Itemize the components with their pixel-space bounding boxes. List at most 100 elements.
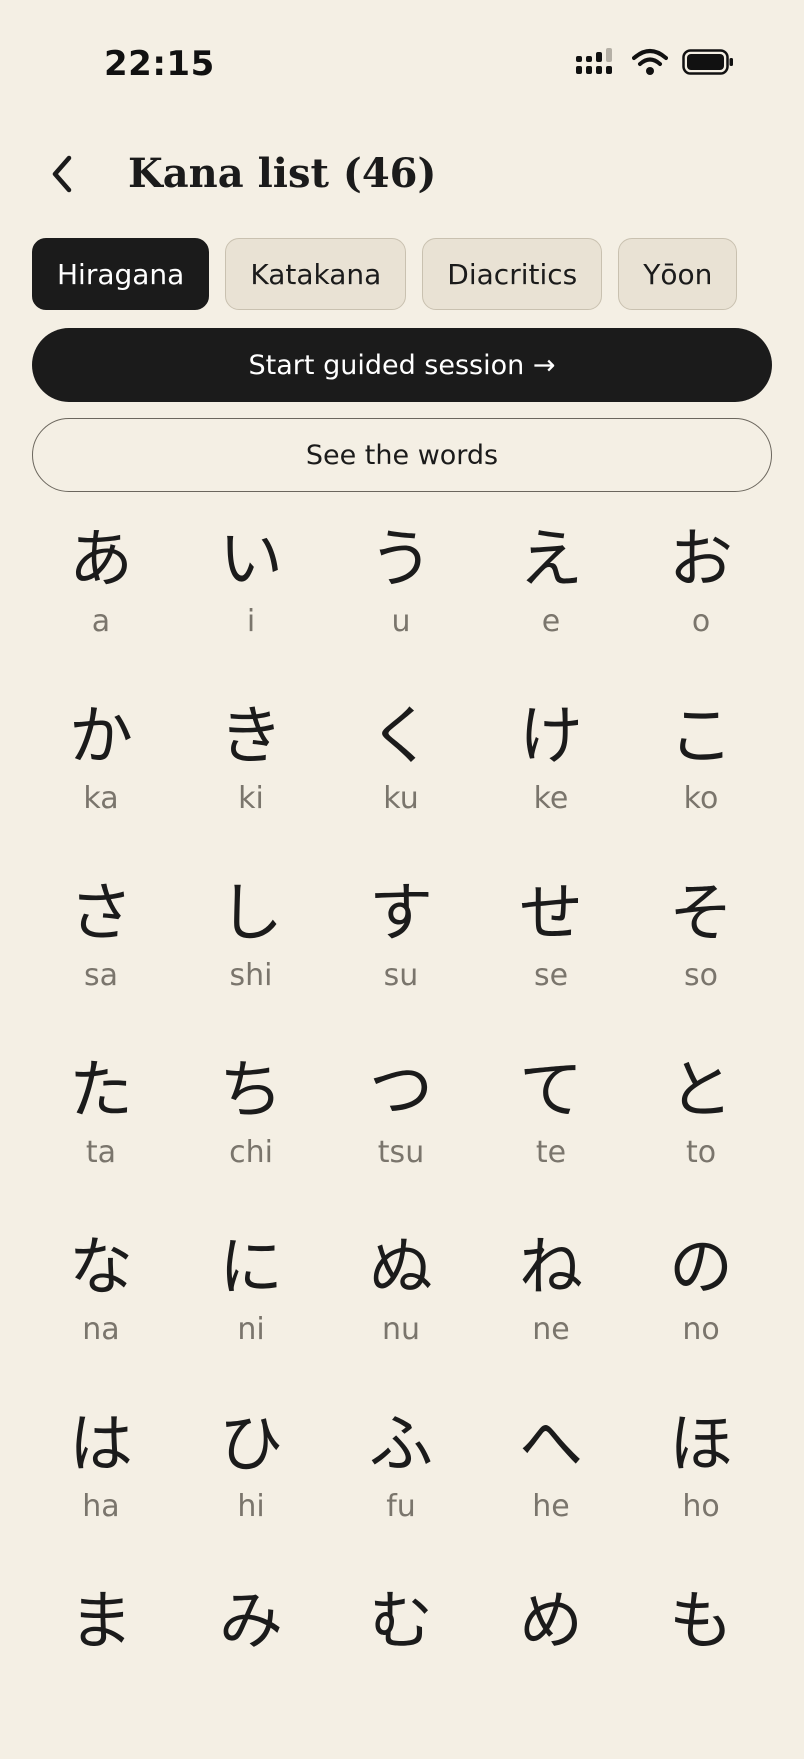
kana-cell[interactable]: も xyxy=(626,1582,776,1759)
kana-cell[interactable]: の no xyxy=(626,1228,776,1405)
kana-cell[interactable]: は ha xyxy=(26,1405,176,1582)
status-time: 22:15 xyxy=(104,44,215,84)
kana-cell[interactable]: えe xyxy=(476,520,626,697)
kana-character: な xyxy=(69,1231,133,1305)
kana-character: へ xyxy=(519,1408,583,1482)
kana-character: い xyxy=(219,523,283,597)
kana-character: ほ xyxy=(669,1408,733,1482)
wifi-icon xyxy=(632,48,668,76)
kana-romaji: no xyxy=(682,1312,720,1347)
kana-character: つ xyxy=(369,1054,433,1128)
kana-cell[interactable]: うu xyxy=(326,520,476,697)
kana-cell[interactable]: て te xyxy=(476,1051,626,1228)
kana-grid: あ a い i う u え e お o か ka き ki く ku け ke こ ko さ sa し shi す su せ se そ s… xyxy=(26,520,776,1759)
kana-cell[interactable]: め xyxy=(476,1582,626,1759)
kana-cell[interactable]: に ni xyxy=(176,1228,326,1405)
tab-diacritics[interactable]: Diacritics xyxy=(422,238,603,310)
see-the-words-button[interactable]: See the words xyxy=(32,418,772,492)
kana-cell[interactable]: む xyxy=(326,1582,476,1759)
battery-icon xyxy=(682,48,734,76)
kana-romaji: tsu xyxy=(377,1135,425,1170)
kana-character: し xyxy=(219,877,283,951)
kana-romaji: he xyxy=(532,1489,570,1524)
kana-romaji: ni xyxy=(237,1312,265,1347)
status-bar: 22:15 xyxy=(0,0,804,130)
kana-romaji: ta xyxy=(85,1135,117,1170)
kana-cell[interactable]: おo xyxy=(626,520,776,697)
kana-romaji: o xyxy=(691,604,711,639)
kana-cell[interactable]: み xyxy=(176,1582,326,1759)
back-button[interactable] xyxy=(38,152,86,200)
kana-romaji: a xyxy=(91,604,111,639)
kana-character: き xyxy=(219,700,283,774)
kana-cell[interactable]: そ so xyxy=(626,874,776,1051)
kana-romaji: ka xyxy=(83,781,119,816)
tab-yoon[interactable]: Yōon xyxy=(618,238,738,310)
tab-katakana[interactable]: Katakana xyxy=(225,238,407,310)
kana-character: あ xyxy=(69,523,133,597)
kana-romaji: so xyxy=(684,958,718,993)
tab-hiragana[interactable]: Hiragana xyxy=(32,238,210,310)
kana-cell[interactable]: た ta xyxy=(26,1051,176,1228)
kana-romaji: ku xyxy=(383,781,419,816)
kana-character: む xyxy=(369,1585,433,1659)
start-guided-session-button[interactable]: Start guided session → xyxy=(32,328,772,402)
kana-cell[interactable]: か ka xyxy=(26,697,176,874)
kana-cell[interactable]: せ se xyxy=(476,874,626,1051)
page-title: Kana list (46) xyxy=(128,150,437,197)
kana-cell[interactable]: あa xyxy=(26,520,176,697)
kana-cell[interactable]: き ki xyxy=(176,697,326,874)
kana-cell[interactable]: ぬ nu xyxy=(326,1228,476,1405)
kana-character: す xyxy=(369,877,433,951)
kana-romaji: i xyxy=(246,604,256,639)
kana-cell[interactable]: け ke xyxy=(476,697,626,874)
kana-character: ま xyxy=(69,1585,133,1659)
kana-cell[interactable]: す su xyxy=(326,874,476,1051)
kana-romaji: chi xyxy=(229,1135,273,1170)
kana-character: か xyxy=(69,700,133,774)
kana-cell[interactable]: ね ne xyxy=(476,1228,626,1405)
kana-romaji: ha xyxy=(82,1489,120,1524)
kana-character: ね xyxy=(519,1231,583,1305)
kana-cell[interactable]: ほ ho xyxy=(626,1405,776,1582)
kana-romaji: ho xyxy=(682,1489,720,1524)
kana-cell[interactable]: つ tsu xyxy=(326,1051,476,1228)
kana-cell[interactable]: ち chi xyxy=(176,1051,326,1228)
kana-character: ひ xyxy=(219,1408,283,1482)
kana-character: け xyxy=(519,700,583,774)
kana-cell[interactable]: いi xyxy=(176,520,326,697)
kana-character: た xyxy=(69,1054,133,1128)
kana-cell[interactable]: さ sa xyxy=(26,874,176,1051)
kana-character: も xyxy=(669,1585,733,1659)
kana-cell[interactable]: く ku xyxy=(326,697,476,874)
kana-character: こ xyxy=(669,700,733,774)
kana-cell[interactable]: へ he xyxy=(476,1405,626,1582)
kana-cell[interactable]: な na xyxy=(26,1228,176,1405)
kana-romaji: ke xyxy=(533,781,569,816)
kana-romaji: to xyxy=(685,1135,717,1170)
cellular-signal-icon xyxy=(576,48,618,76)
kana-cell[interactable]: こ ko xyxy=(626,697,776,874)
kana-character: お xyxy=(669,523,733,597)
kana-romaji: ne xyxy=(532,1312,570,1347)
kana-character: に xyxy=(219,1231,283,1305)
tab-bar: Hiragana Katakana Diacritics Yōon xyxy=(32,238,738,310)
kana-romaji: se xyxy=(533,958,569,993)
kana-character: く xyxy=(369,700,433,774)
kana-character: さ xyxy=(69,877,133,951)
kana-romaji: te xyxy=(535,1135,567,1170)
kana-cell[interactable]: し shi xyxy=(176,874,326,1051)
kana-character: は xyxy=(69,1408,133,1482)
kana-romaji: ko xyxy=(683,781,719,816)
kana-romaji: hi xyxy=(237,1489,265,1524)
kana-romaji: fu xyxy=(386,1489,416,1524)
kana-cell[interactable]: と to xyxy=(626,1051,776,1228)
kana-character: て xyxy=(519,1054,583,1128)
kana-cell[interactable]: ひ hi xyxy=(176,1405,326,1582)
kana-character: と xyxy=(669,1054,733,1128)
kana-romaji: su xyxy=(383,958,419,993)
kana-cell[interactable]: ふ fu xyxy=(326,1405,476,1582)
status-icons xyxy=(576,48,734,76)
kana-character: ぬ xyxy=(369,1231,433,1305)
kana-cell[interactable]: ま xyxy=(26,1582,176,1759)
